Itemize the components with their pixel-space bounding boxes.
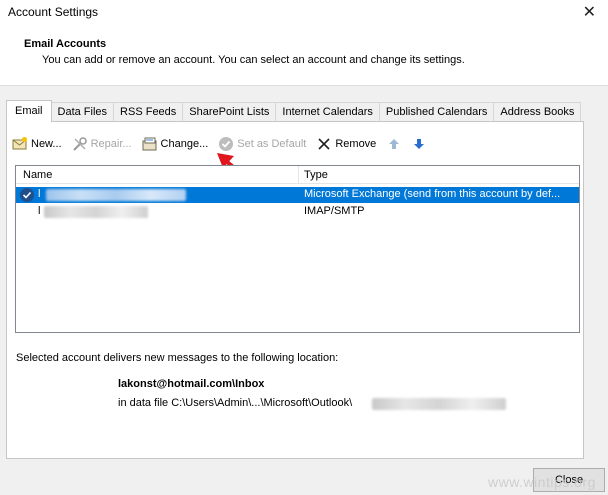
column-header-type[interactable]: Type <box>304 169 328 181</box>
tab-address-books[interactable]: Address Books <box>493 102 582 122</box>
set-default-label: Set as Default <box>237 138 307 150</box>
tab-email[interactable]: Email <box>6 100 52 122</box>
delivery-location-label: Selected account delivers new messages t… <box>16 352 339 364</box>
tab-data-files[interactable]: Data Files <box>50 102 115 122</box>
column-header-name[interactable]: Name <box>23 169 52 181</box>
account-type: IMAP/SMTP <box>304 205 365 217</box>
change-button[interactable]: Change... <box>142 136 209 152</box>
new-account-label: New... <box>31 138 62 150</box>
watermark: www.wintips.org <box>488 474 596 490</box>
account-row[interactable]: l Microsoft Exchange (send from this acc… <box>16 187 579 203</box>
section-description: You can add or remove an account. You ca… <box>42 54 465 66</box>
account-type: Microsoft Exchange (send from this accou… <box>304 188 561 200</box>
remove-x-icon <box>316 136 332 152</box>
close-icon[interactable]: ✕ <box>583 2 596 21</box>
tab-internet-calendars[interactable]: Internet Calendars <box>275 102 380 122</box>
repair-label: Repair... <box>90 138 132 150</box>
move-down-button[interactable] <box>411 136 430 152</box>
account-name: l <box>38 188 41 200</box>
list-header: Name Type <box>16 166 579 184</box>
remove-button[interactable]: Remove <box>316 136 376 152</box>
tab-rss-feeds[interactable]: RSS Feeds <box>113 102 184 122</box>
accounts-list: Name Type l Microsoft Exchange (send fro… <box>15 165 580 333</box>
change-settings-icon <box>142 136 158 152</box>
remove-label: Remove <box>335 138 377 150</box>
account-row[interactable]: l IMAP/SMTP <box>16 204 579 220</box>
title-bar: Account Settings ✕ <box>0 0 608 24</box>
down-arrow-icon <box>411 136 427 152</box>
repair-button[interactable]: Repair... <box>72 136 132 152</box>
move-up-button[interactable] <box>386 136 405 152</box>
data-file-path: in data file C:\Users\Admin\...\Microsof… <box>118 397 353 409</box>
column-divider <box>298 166 299 184</box>
window-title: Account Settings <box>8 5 99 19</box>
tab-published-calendars[interactable]: Published Calendars <box>378 102 495 122</box>
tools-icon <box>72 136 88 152</box>
section-title: Email Accounts <box>24 38 107 50</box>
tab-sharepoint-lists[interactable]: SharePoint Lists <box>182 102 277 122</box>
delivery-data-file: in data file C:\Users\Admin\...\Microsof… <box>118 397 352 409</box>
tab-strip: Email Data Files RSS Feeds SharePoint Li… <box>6 100 582 122</box>
new-account-button[interactable]: New... <box>12 136 62 152</box>
new-mail-icon <box>12 136 28 152</box>
redacted-account-name <box>46 189 186 201</box>
change-label: Change... <box>160 138 209 150</box>
delivery-mailbox: lakonst@hotmail.com\Inbox <box>118 378 265 390</box>
up-arrow-icon <box>386 136 402 152</box>
default-account-check-icon <box>20 188 34 202</box>
account-name: l <box>38 205 41 217</box>
redacted-account-name <box>44 206 148 218</box>
header-band: Email Accounts You can add or remove an … <box>0 24 608 86</box>
redacted-file-name <box>372 398 506 410</box>
